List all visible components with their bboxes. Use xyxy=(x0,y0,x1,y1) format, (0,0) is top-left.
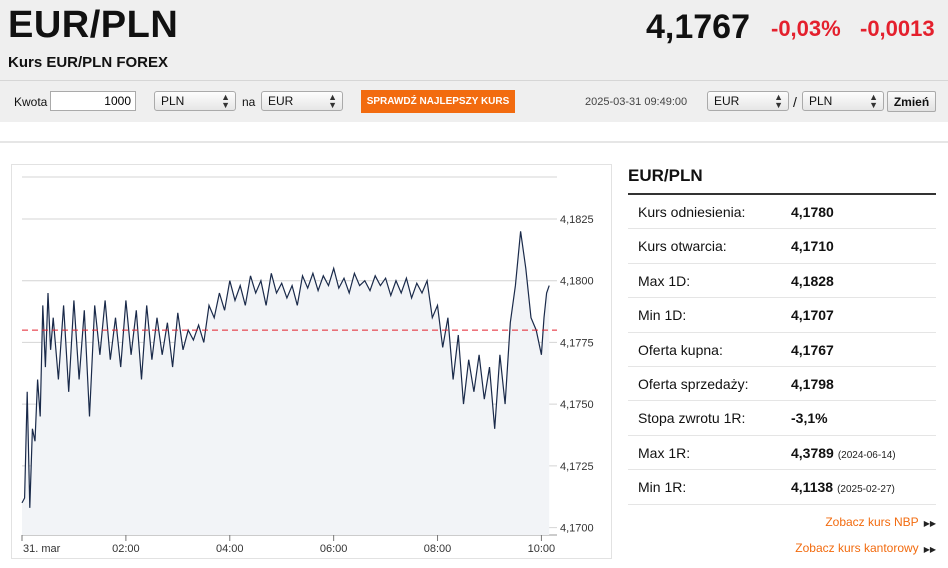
stat-row: Min 1D: 4,1707 xyxy=(628,298,936,333)
stat-value-text: 4,1767 xyxy=(791,341,834,358)
quote-timestamp: 2025-03-31 09:49:00 xyxy=(585,96,688,108)
change-absolute: -0,0013 xyxy=(860,16,935,41)
chart-area xyxy=(22,231,550,536)
stat-value: 4,1710 xyxy=(791,238,834,254)
stat-date: (2025-02-27) xyxy=(837,484,895,496)
x-tick-label: 08:00 xyxy=(424,543,452,555)
y-axis: 4,1825 4,1800 4,1775 4,1750 4,1725 4,1700 xyxy=(560,214,594,535)
stat-label: Oferta sprzedaży: xyxy=(638,375,749,392)
double-arrow-right-icon: ▶▶ xyxy=(923,545,936,554)
select-arrows-icon: ▲ ▼ xyxy=(328,92,337,110)
stat-label: Max 1R: xyxy=(638,444,691,461)
x-tick-label: 10:00 xyxy=(528,543,556,555)
y-tick-label: 4,1700 xyxy=(560,523,594,535)
nbp-rate-link[interactable]: Zobacz kurs NBP ▶▶ xyxy=(825,515,936,529)
panel-title: EUR/PLN xyxy=(628,166,703,185)
pair-slash: / xyxy=(793,94,797,110)
stat-value-text: 4,1707 xyxy=(791,307,834,324)
select-arrows-icon: ▲ ▼ xyxy=(869,92,878,110)
nbp-link-text: Zobacz kurs NBP xyxy=(825,515,919,529)
stat-label: Kurs odniesienia: xyxy=(638,204,746,220)
stat-value: 4,1828 xyxy=(791,273,834,289)
stat-value: 4,1767 xyxy=(791,342,834,358)
stat-label: Kurs otwarcia: xyxy=(638,238,727,255)
series-area xyxy=(22,231,550,536)
stat-row: Max 1D: 4,1828 xyxy=(628,264,936,299)
stat-value: 4,1707 xyxy=(791,307,834,323)
from-currency-select[interactable]: PLN ▲ ▼ xyxy=(154,91,236,111)
page-subtitle: Kurs EUR/PLN FOREX xyxy=(8,54,169,71)
y-tick-label: 4,1725 xyxy=(560,461,594,473)
stat-value: 4,1138 (2025-02-27) xyxy=(791,479,895,495)
stat-label: Stopa zwrotu 1R: xyxy=(638,410,746,427)
stat-row: Oferta sprzedaży: 4,1798 xyxy=(628,367,936,402)
stat-value-text: 4,3789 xyxy=(791,444,834,461)
stat-row: Kurs odniesienia: 4,1780 xyxy=(628,195,936,230)
header: EUR/PLN Kurs EUR/PLN FOREX 4,1767 -0,03%… xyxy=(0,0,948,122)
stat-row: Kurs otwarcia: 4,1710 xyxy=(628,229,936,264)
stat-row: Stopa zwrotu 1R: -3,1% xyxy=(628,401,936,436)
stats-table: Kurs odniesienia: 4,1780 Kurs otwarcia: … xyxy=(628,195,936,505)
stat-value-text: 4,1780 xyxy=(791,204,834,220)
x-tick-label: 31. mar xyxy=(23,543,61,555)
x-tick-label: 04:00 xyxy=(216,543,244,555)
x-tick-label: 06:00 xyxy=(320,543,348,555)
from-currency-value: PLN xyxy=(161,94,185,108)
exchange-office-rate-link[interactable]: Zobacz kurs kantorowy ▶▶ xyxy=(795,541,936,555)
stat-label: Oferta kupna: xyxy=(638,341,723,358)
select-arrows-icon: ▲ ▼ xyxy=(774,92,783,110)
y-tick-label: 4,1800 xyxy=(560,276,594,288)
quote-currency-select[interactable]: PLN ▲ ▼ xyxy=(802,91,884,111)
page-title: EUR/PLN xyxy=(8,4,179,46)
change-pair-button[interactable]: Zmień xyxy=(887,91,936,112)
kantor-link-text: Zobacz kurs kantorowy xyxy=(795,541,919,555)
to-currency-select[interactable]: EUR ▲ ▼ xyxy=(261,91,343,111)
stat-value: 4,1780 xyxy=(791,204,834,220)
stat-value-text: 4,1710 xyxy=(791,238,834,255)
amount-input[interactable] xyxy=(50,91,136,111)
section-separator xyxy=(0,141,948,143)
stat-value: -3,1% xyxy=(791,410,828,426)
header-divider xyxy=(0,80,948,81)
stat-label: Max 1D: xyxy=(638,272,691,289)
stat-value-text: -3,1% xyxy=(791,410,828,427)
chart-container: 4,1825 4,1800 4,1775 4,1750 4,1725 4,1700 31.… xyxy=(11,164,612,559)
rate-chart[interactable]: 4,1825 4,1800 4,1775 4,1750 4,1725 4,1700 31.… xyxy=(12,165,611,558)
stat-value-text: 4,1138 xyxy=(791,479,834,496)
stat-value: 4,3789 (2024-06-14) xyxy=(791,445,896,461)
na-label: na xyxy=(242,95,256,109)
stat-row: Min 1R: 4,1138 (2025-02-27) xyxy=(628,470,936,505)
stat-value: 4,1798 xyxy=(791,376,834,392)
y-tick-label: 4,1825 xyxy=(560,214,594,226)
stat-row: Max 1R: 4,3789 (2024-06-14) xyxy=(628,436,936,471)
check-best-rate-button[interactable]: SPRAWDŹ NAJLEPSZY KURS xyxy=(361,90,515,113)
to-currency-value: EUR xyxy=(268,94,294,108)
y-tick-label: 4,1775 xyxy=(560,337,594,349)
stat-date: (2024-06-14) xyxy=(837,449,896,461)
stat-value-text: 4,1828 xyxy=(791,272,834,289)
x-axis: 31. mar 02:00 04:00 06:00 08:00 10:00 xyxy=(21,535,556,555)
base-currency-value: EUR xyxy=(714,94,740,108)
quote-currency-value: PLN xyxy=(809,94,833,108)
y-tick-label: 4,1750 xyxy=(560,399,594,411)
stat-label: Min 1R: xyxy=(638,479,687,496)
base-currency-select[interactable]: EUR ▲ ▼ xyxy=(707,91,789,111)
x-tick-label: 02:00 xyxy=(112,543,140,555)
change-percent: -0,03% xyxy=(771,16,841,41)
stat-row: Oferta kupna: 4,1767 xyxy=(628,333,936,367)
select-arrows-icon: ▲ ▼ xyxy=(221,92,230,110)
stat-value-text: 4,1798 xyxy=(791,375,834,392)
current-rate: 4,1767 xyxy=(646,8,750,46)
stat-label: Min 1D: xyxy=(638,307,687,324)
double-arrow-right-icon: ▶▶ xyxy=(923,519,936,528)
amount-label: Kwota xyxy=(14,95,48,109)
